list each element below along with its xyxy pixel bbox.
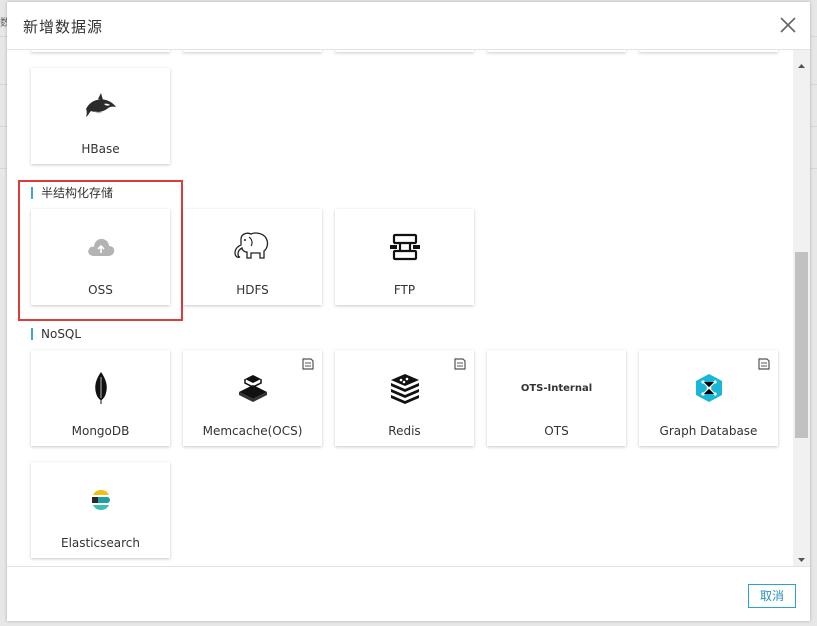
orca-icon [31, 86, 170, 126]
cancel-button[interactable]: 取消 [748, 584, 796, 608]
datasource-card-redis[interactable]: Redis [335, 350, 474, 446]
datasource-card-hdfs[interactable]: HDFS [183, 209, 322, 305]
card-label: Graph Database [659, 424, 758, 438]
card-label: HBase [81, 142, 120, 156]
elephant-icon [183, 227, 322, 267]
card-partial [31, 50, 170, 52]
scroll-down-arrow-icon[interactable] [793, 550, 810, 562]
datasource-card-mongodb[interactable]: MongoDB [31, 350, 170, 446]
datasource-card-graph-database[interactable]: Graph Database [639, 350, 778, 446]
scrollbar-thumb[interactable] [795, 252, 808, 438]
card-label: OSS [88, 283, 113, 297]
card-label: Elasticsearch [60, 536, 141, 550]
graph-hex-icon [639, 368, 778, 408]
datasource-card-memcache[interactable]: Memcache(OCS) [183, 350, 322, 446]
dialog-title: 新增数据源 [23, 18, 104, 36]
datasource-card-hbase[interactable]: HBase [31, 68, 170, 164]
ots-logo: OTS-Internal [487, 368, 626, 408]
dialog-body: HBase 半结构化存储 OSS HDFS FTP NoSQL MongoDB … [7, 50, 810, 566]
card-label: Redis [388, 424, 421, 438]
elasticsearch-logo-icon [31, 480, 170, 520]
card-label: MongoDB [71, 424, 130, 438]
card-partial [335, 50, 474, 52]
scroll-up-arrow-icon[interactable] [793, 56, 810, 68]
dialog-footer: 取消 [7, 566, 810, 622]
card-label: HDFS [236, 283, 269, 297]
network-transfer-icon [335, 227, 474, 267]
add-datasource-dialog: 新增数据源 HBase 半结构化存储 OSS HDFS FTP NoSQL Mo… [7, 2, 810, 621]
card-partial [487, 50, 626, 52]
cube-stack-icon [183, 368, 322, 408]
dialog-header: 新增数据源 [7, 2, 810, 50]
stacked-boxes-icon [335, 368, 474, 408]
ots-logo-text: OTS-Internal [520, 382, 593, 394]
leaf-icon [31, 368, 170, 408]
card-partial [639, 50, 778, 52]
cloud-upload-icon [31, 227, 170, 267]
section-title-nosql: NoSQL [31, 328, 81, 340]
card-partial [183, 50, 322, 52]
card-label: Memcache(OCS) [202, 424, 303, 438]
close-icon[interactable] [777, 14, 799, 36]
datasource-card-oss[interactable]: OSS [31, 209, 170, 305]
datasource-card-ots[interactable]: OTS-Internal OTS [487, 350, 626, 446]
card-label: FTP [393, 283, 416, 297]
card-label: OTS [544, 424, 569, 438]
datasource-card-ftp[interactable]: FTP [335, 209, 474, 305]
datasource-card-elasticsearch[interactable]: Elasticsearch [31, 462, 170, 558]
